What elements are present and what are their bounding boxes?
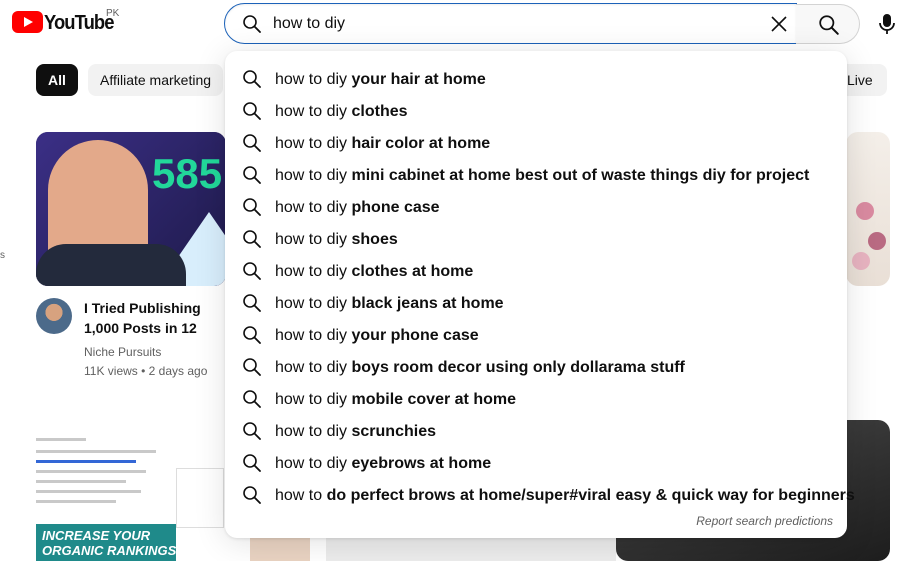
video-thumbnail-row2-c[interactable]	[326, 536, 616, 561]
report-search-predictions-link[interactable]: Report search predictions	[696, 514, 833, 528]
suggestion-item[interactable]: how to diy your phone case	[225, 319, 847, 351]
search-icon	[242, 101, 262, 121]
search-button[interactable]	[796, 4, 860, 44]
search-icon	[242, 197, 262, 217]
thumbnail-text: 585	[152, 150, 223, 197]
youtube-logo[interactable]: YouTube	[12, 11, 120, 37]
search-icon	[242, 165, 262, 185]
suggestion-text: how to diy hair color at home	[275, 135, 491, 152]
video-title[interactable]: I Tried Publishing 1,000 Posts in 12 Mon…	[84, 298, 229, 338]
search-icon	[242, 325, 262, 345]
suggestion-text: how to diy mini cabinet at home best out…	[275, 167, 810, 184]
chip-all[interactable]: All	[36, 64, 78, 96]
thumbnail-doc-line	[36, 460, 136, 463]
suggestion-text: how to diy boys room decor using only do…	[275, 359, 685, 376]
search-box	[224, 3, 797, 44]
thumbnail-decor	[852, 252, 870, 270]
thumbnail-panel	[176, 468, 224, 528]
thumbnail-decor	[868, 232, 886, 250]
suggestion-text: how to diy scrunchies	[275, 423, 436, 440]
suggestion-text: how to diy clothes	[275, 103, 408, 120]
channel-name[interactable]: Niche Pursuits	[84, 345, 161, 359]
voice-search-button[interactable]	[876, 12, 898, 36]
suggestion-item[interactable]: how to diy your hair at home	[225, 63, 847, 95]
suggestion-item[interactable]: how to diy eyebrows at home	[225, 447, 847, 479]
search-icon	[242, 293, 262, 313]
search-icon	[242, 69, 262, 89]
suggestion-text: how to do perfect brows at home/super#vi…	[275, 487, 855, 504]
search-icon	[242, 485, 262, 505]
suggestion-text: how to diy your hair at home	[275, 71, 486, 88]
suggestion-text: how to diy shoes	[275, 231, 398, 248]
suggestion-text: how to diy mobile cover at home	[275, 391, 516, 408]
suggestion-text: how to diy phone case	[275, 199, 440, 216]
thumbnail-doc-line	[36, 450, 156, 453]
thumbnail-banner: INCREASE YOUR ORGANIC RANKINGS WITH THIS…	[36, 524, 176, 561]
search-icon	[242, 357, 262, 377]
suggestion-text: how to diy eyebrows at home	[275, 455, 492, 472]
suggestion-text: how to diy your phone case	[275, 327, 479, 344]
video-thumbnail[interactable]: 585	[36, 132, 226, 286]
suggestion-item[interactable]: how to diy mobile cover at home	[225, 383, 847, 415]
search-icon	[242, 421, 262, 441]
search-input[interactable]	[273, 12, 753, 36]
search-icon	[242, 14, 262, 34]
suggestion-item[interactable]: how to diy clothes at home	[225, 255, 847, 287]
search-icon	[242, 389, 262, 409]
search-icon	[242, 453, 262, 473]
video-thumbnail-right[interactable]	[846, 132, 890, 286]
suggestion-item[interactable]: how to diy scrunchies	[225, 415, 847, 447]
suggestion-text: how to diy black jeans at home	[275, 295, 504, 312]
suggestion-item[interactable]: how to do perfect brows at home/super#vi…	[225, 479, 855, 511]
channel-avatar[interactable]	[36, 298, 72, 334]
thumbnail-doc-line	[36, 470, 146, 473]
suggestion-item[interactable]: how to diy mini cabinet at home best out…	[225, 159, 847, 191]
thumbnail-doc-line	[36, 438, 86, 441]
clear-search-button[interactable]	[767, 12, 791, 36]
microphone-icon	[879, 14, 895, 34]
thumbnail-doc-line	[36, 490, 141, 493]
logo-wordmark: YouTube	[44, 12, 114, 34]
chip-affiliate-marketing[interactable]: Affiliate marketing	[88, 64, 224, 96]
thumbnail-shirt	[36, 244, 186, 286]
video-thumbnail-row2[interactable]: INCREASE YOUR ORGANIC RANKINGS WITH THIS…	[36, 432, 176, 561]
suggestion-item[interactable]: how to diy clothes	[225, 95, 847, 127]
thumbnail-decor	[856, 202, 874, 220]
close-icon	[771, 16, 787, 32]
suggestion-item[interactable]: how to diy shoes	[225, 223, 847, 255]
suggestion-item[interactable]: how to diy hair color at home	[225, 127, 847, 159]
thumbnail-doc-line	[36, 480, 126, 483]
youtube-play-icon	[12, 11, 43, 33]
sidebar-edge-text: s	[0, 250, 5, 261]
thumbnail-doc-line	[36, 500, 116, 503]
suggestion-item[interactable]: how to diy black jeans at home	[225, 287, 847, 319]
suggestion-item[interactable]: how to diy phone case	[225, 191, 847, 223]
search-suggestions-dropdown: how to diy your hair at home how to diy …	[225, 51, 855, 538]
search-icon	[242, 133, 262, 153]
search-icon	[819, 15, 839, 35]
suggestion-text: how to diy clothes at home	[275, 263, 474, 280]
search-icon	[242, 229, 262, 249]
country-code: PK	[106, 8, 120, 19]
video-meta: 11K views • 2 days ago	[84, 364, 208, 378]
search-icon	[242, 261, 262, 281]
suggestion-item[interactable]: how to diy boys room decor using only do…	[225, 351, 847, 383]
